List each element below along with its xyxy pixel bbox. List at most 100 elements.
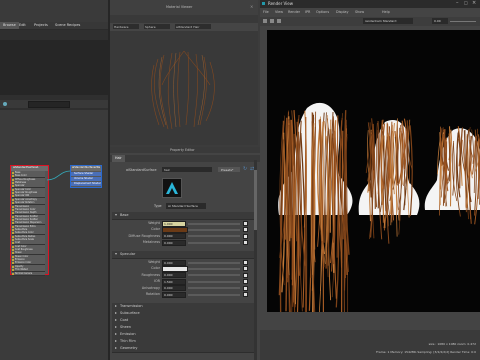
expand-triangle-icon [115, 347, 117, 349]
left-panel: Browse Edit Projects Scene Recipes aiSta… [0, 0, 108, 360]
minimize-icon[interactable]: – [456, 0, 459, 6]
shader-select[interactable]: aiStandard Hair [175, 24, 211, 29]
map-button-icon[interactable] [243, 227, 248, 233]
property-slider[interactable] [188, 267, 240, 270]
section-geometry[interactable]: Geometry [112, 345, 254, 353]
property-tab-bar: Hair [110, 155, 260, 162]
refresh-icon[interactable]: ↻ [243, 166, 247, 172]
close-window-icon[interactable]: × [472, 0, 476, 6]
close-icon[interactable]: × [250, 4, 253, 9]
property-value-field[interactable]: 0.000 [162, 233, 186, 240]
menu-render[interactable]: Render [288, 10, 300, 14]
color-swatch[interactable] [162, 226, 188, 233]
render-stats-text: Frame: 1 Memory: 1542Mb Sampling: [3/2/2… [376, 350, 476, 354]
property-slider[interactable] [188, 228, 240, 231]
render-view-window: Render View – □ × File View Render IPR O… [260, 0, 480, 360]
render-image [267, 30, 480, 312]
menu-file[interactable]: File [263, 10, 269, 14]
map-button-icon[interactable] [243, 266, 248, 272]
property-value-field[interactable]: 0.000 [162, 259, 186, 266]
property-label: Diffuse Roughness [128, 233, 160, 238]
map-button-icon[interactable] [243, 285, 248, 291]
expand-triangle-icon [115, 319, 117, 321]
property-label: Anisotropy [141, 285, 160, 290]
render-toolbar: renderCam Standard 0.00 [260, 17, 480, 26]
menu-options[interactable]: Options [316, 10, 329, 14]
shape-select[interactable]: Sphere [144, 24, 170, 29]
render-view-app-icon [262, 2, 265, 5]
node-name-row: aiStandardSurface hair Presets* ↻ ⇄ [126, 166, 255, 172]
property-slider[interactable] [188, 241, 240, 244]
zoom-slider[interactable] [450, 21, 476, 22]
property-value: 0.000 [164, 240, 173, 245]
zoom-field[interactable]: 0.00 [432, 18, 448, 24]
collapse-triangle-icon [115, 253, 117, 255]
presets-button[interactable]: Presets* [218, 167, 240, 172]
expand-triangle-icon [115, 326, 117, 328]
property-slider[interactable] [188, 235, 240, 238]
collapse-triangle-icon [115, 214, 117, 216]
map-button-icon[interactable] [243, 221, 248, 226]
render-menu-bar: File View Render IPR Options Display Sho… [260, 9, 480, 16]
property-value-field[interactable]: 0.000 [162, 291, 186, 298]
property-label: Metalness [142, 240, 160, 245]
material-viewer-panel: Material Viewer × Hardware Sphere aiStan… [110, 0, 258, 145]
ipr-icon[interactable] [270, 19, 274, 23]
property-value: 0.000 [164, 292, 173, 297]
map-button-icon[interactable] [243, 260, 248, 265]
expand-triangle-icon [115, 305, 117, 307]
tab-hair[interactable]: Hair [112, 155, 125, 162]
renderer-select[interactable]: Hardware [113, 24, 139, 29]
map-button-icon[interactable] [243, 272, 248, 278]
property-value: 1.000 [164, 221, 173, 226]
menu-ipr[interactable]: IPR [305, 10, 310, 14]
property-value-field[interactable]: 1.000 [162, 220, 186, 227]
property-value-field[interactable]: 0.000 [162, 272, 186, 279]
property-value-field[interactable]: 0.000 [162, 239, 186, 246]
type-row: Type Ai Standard Surface [110, 203, 260, 210]
map-button-icon[interactable] [243, 240, 248, 246]
render-size-text: size : 1080 x 1080 zoom: 0.472 [428, 342, 476, 346]
section-base[interactable]: Base [112, 212, 254, 220]
property-slider[interactable] [188, 287, 240, 290]
render-status-bar: size : 1080 x 1080 zoom: 0.472 Frame: 1 … [260, 330, 480, 360]
map-button-icon[interactable] [243, 279, 248, 285]
snapshot-icon[interactable] [277, 19, 281, 23]
material-viewer-title: Material Viewer × [110, 0, 258, 15]
render-icon[interactable] [263, 19, 267, 23]
viewer-toolbar: Hardware Sphere aiStandard Hair [110, 23, 258, 31]
maximize-icon[interactable]: □ [464, 0, 468, 5]
property-value-field[interactable]: 1.500 [162, 278, 186, 285]
property-slider[interactable] [188, 274, 240, 277]
property-label: Weight [148, 260, 160, 264]
property-scrollbar[interactable] [254, 160, 257, 360]
menu-display[interactable]: Display [336, 10, 349, 14]
property-value-field[interactable]: 0.000 [162, 285, 186, 292]
property-label: Rotation [145, 292, 160, 296]
property-slider[interactable] [188, 293, 240, 296]
property-label: Weight [148, 221, 160, 225]
property-slider[interactable] [188, 280, 240, 283]
property-editor-title: Property Editor [110, 147, 260, 153]
property-label: IOR [153, 279, 160, 284]
menu-help[interactable]: Help [382, 10, 390, 14]
section-specular[interactable]: Specular [112, 251, 254, 259]
arnold-logo [162, 178, 182, 198]
property-value: 0.000 [164, 234, 173, 239]
type-select[interactable]: Ai Standard Surface [166, 203, 206, 209]
menu-show[interactable]: Show [355, 10, 364, 14]
expand-triangle-icon [115, 312, 117, 314]
hair-strand [329, 119, 332, 233]
node-name-field[interactable]: hair [162, 167, 212, 172]
color-swatch[interactable] [162, 265, 188, 272]
property-slider[interactable] [188, 222, 240, 225]
node-connection-wire [46, 170, 71, 181]
render-hair-busts [278, 102, 480, 312]
map-button-icon[interactable] [243, 233, 248, 239]
camera-select[interactable]: renderCam Standard [363, 18, 413, 24]
map-button-icon[interactable] [243, 292, 248, 297]
hair-preview-image [151, 50, 215, 130]
menu-view[interactable]: View [275, 10, 283, 14]
expand-triangle-icon [115, 340, 117, 342]
property-slider[interactable] [188, 261, 240, 264]
